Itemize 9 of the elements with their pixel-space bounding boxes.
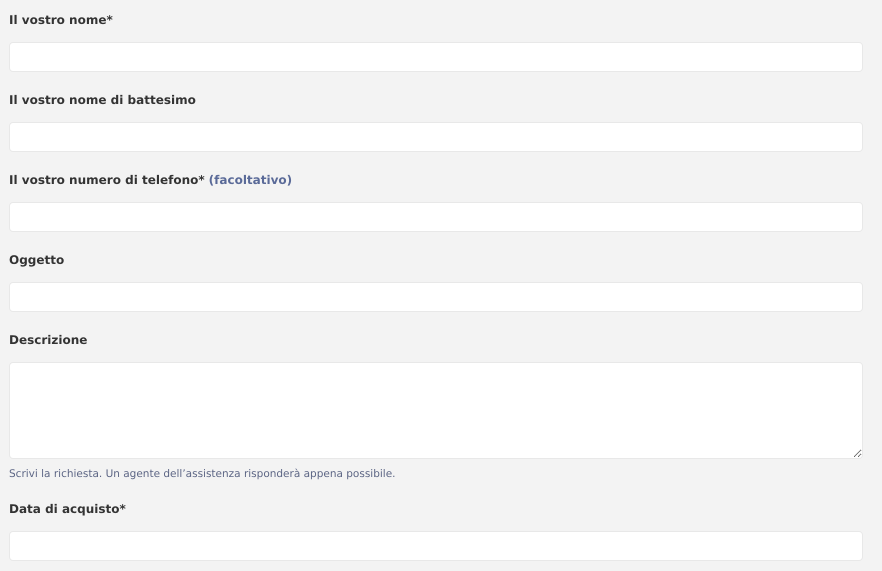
description-textarea[interactable] xyxy=(9,362,863,459)
field-label: Data di acquisto* xyxy=(9,502,126,516)
field-label: Il vostro numero di telefono* xyxy=(9,173,205,187)
field-label: Il vostro nome* xyxy=(9,13,113,27)
field-label: Oggetto xyxy=(9,253,64,267)
field-label: Il vostro nome di battesimo xyxy=(9,93,196,107)
help-text: Scrivi la richiesta. Un agente dell’assistenza risponderà appena possibile. xyxy=(9,467,396,481)
field-label: Descrizione xyxy=(9,333,88,347)
optional-note: (facoltativo) xyxy=(208,173,292,187)
